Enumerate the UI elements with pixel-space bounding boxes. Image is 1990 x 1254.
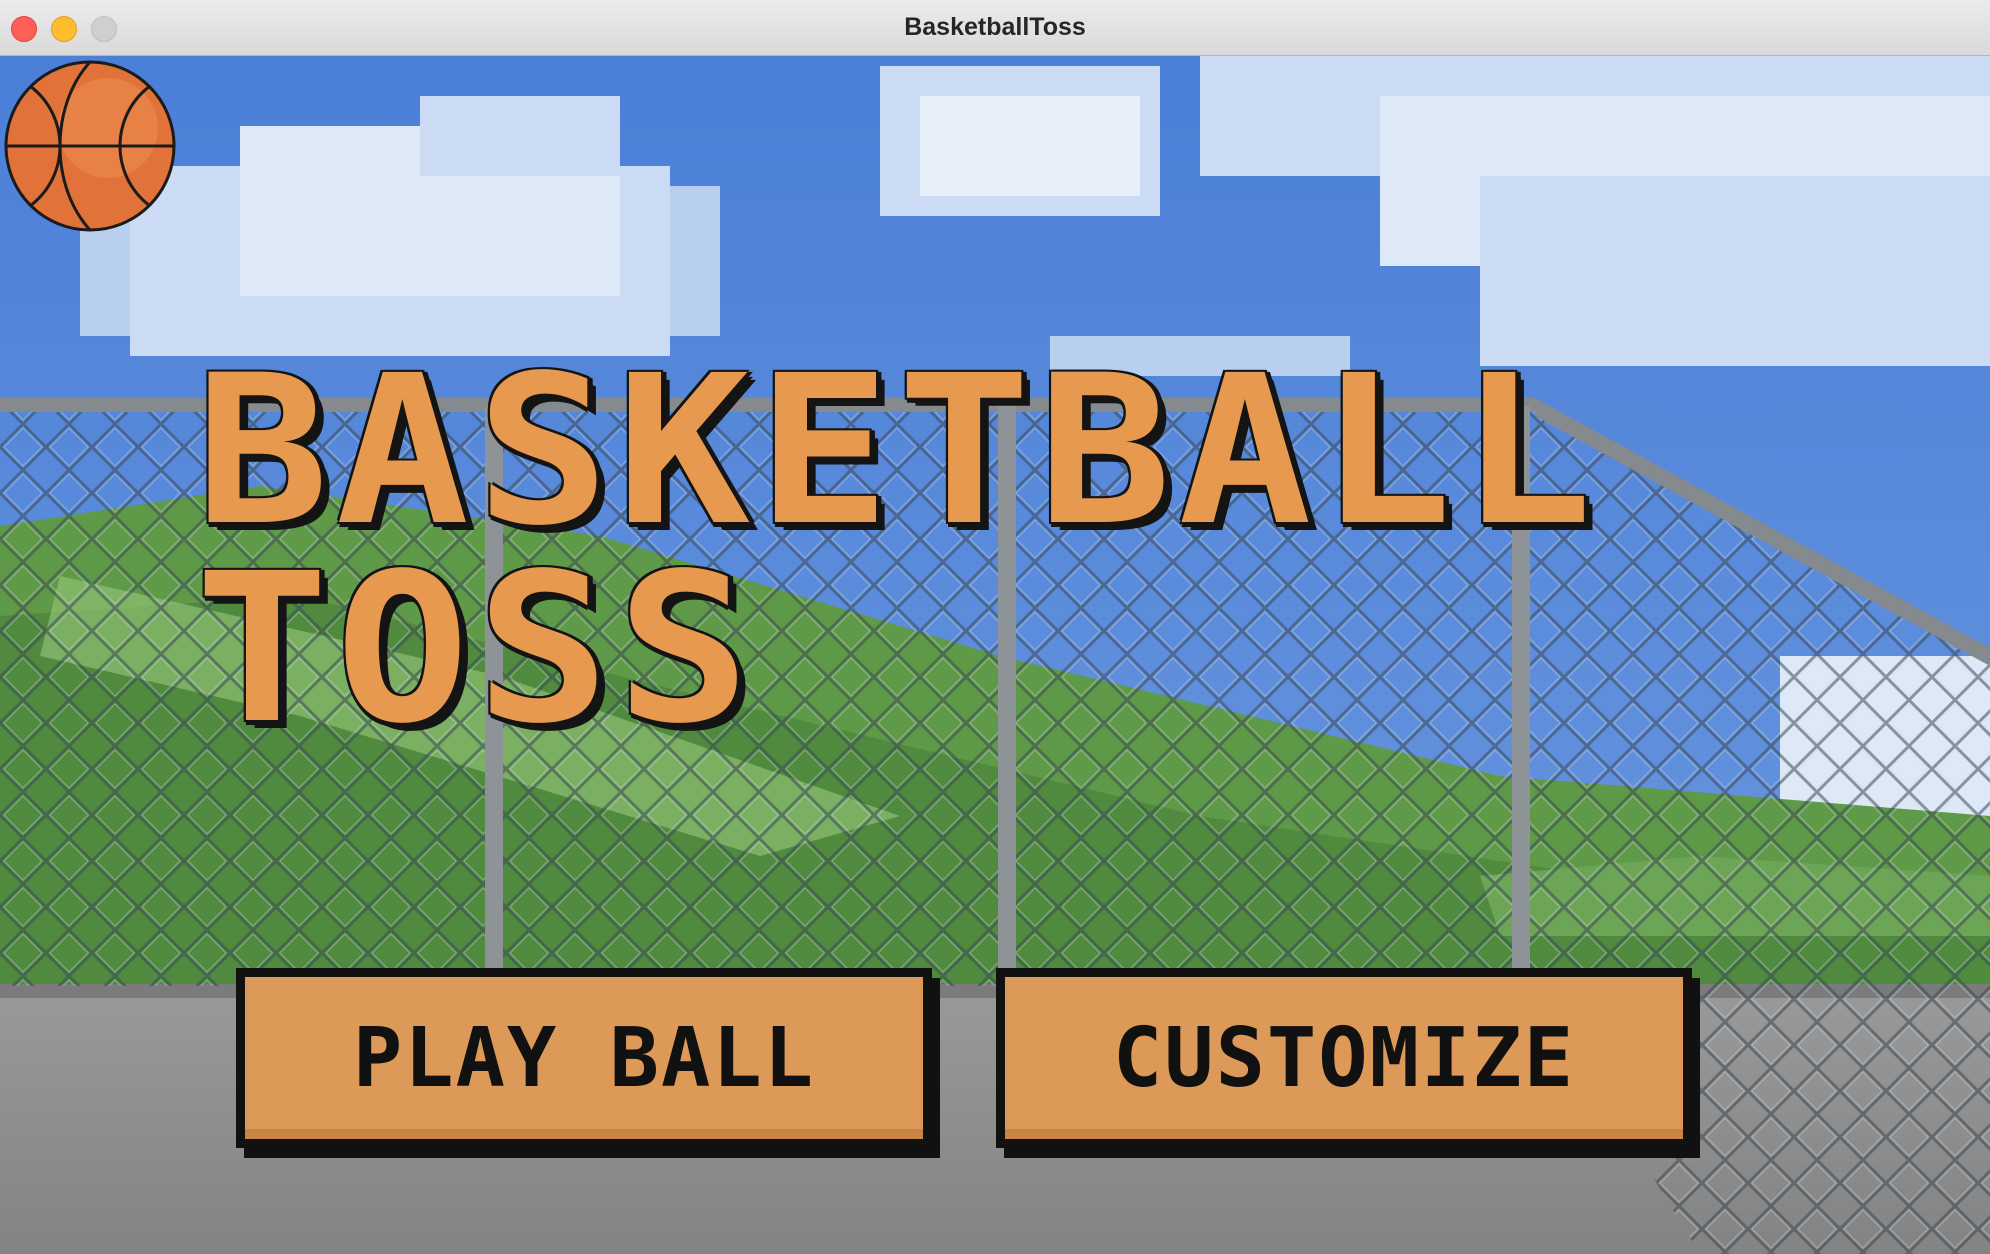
basketball-icon [4,60,176,232]
game-title-line1: BASKETBALL [195,331,1600,571]
title-bar: BasketballToss [0,0,1990,56]
play-ball-button[interactable]: PLAY BALL [236,968,932,1148]
game-title-line2: TOSS [195,529,757,769]
game-window: BasketballToss BASKETBALL TOSS PLAY BALL… [0,0,1990,1254]
game-scene: BASKETBALL TOSS PLAY BALL CUSTOMIZE [0,56,1990,1254]
customize-button[interactable]: CUSTOMIZE [996,968,1692,1148]
window-title: BasketballToss [904,13,1086,41]
